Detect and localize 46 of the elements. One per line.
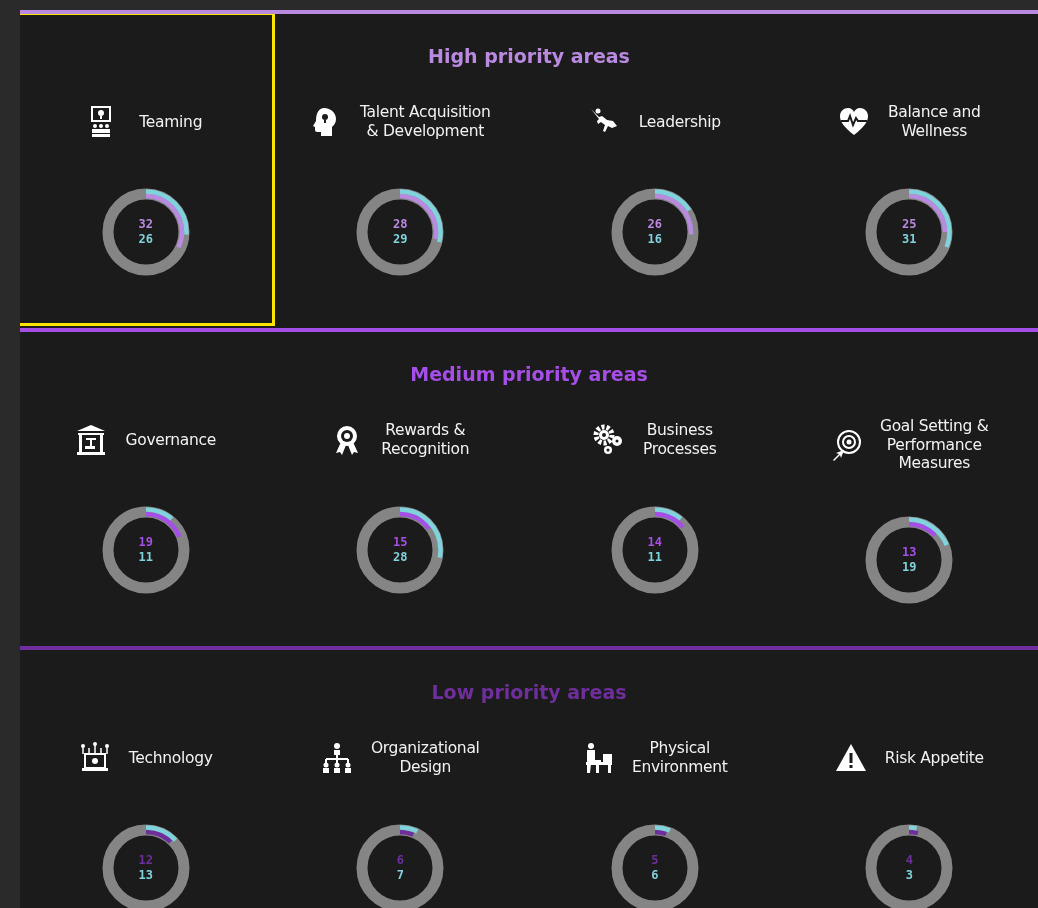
area-label: Rewards & Recognition — [381, 421, 470, 459]
ring-value: 16 — [647, 232, 662, 247]
ring-value: 7 — [396, 868, 404, 883]
ring-value: 19 — [138, 535, 153, 550]
ring-value: 31 — [902, 232, 917, 247]
ring-value: 26 — [647, 217, 662, 232]
area-tile[interactable]: Teaming 32 26 — [20, 14, 275, 326]
area-label: Talent Acquisition & Development — [359, 103, 491, 141]
ring-value: 3 — [905, 868, 913, 883]
ring-value: 11 — [647, 550, 662, 565]
area-label: Physical Environment — [631, 739, 728, 777]
gears-icon — [592, 424, 625, 456]
area-label: Teaming — [139, 112, 203, 132]
area-label: Business Processes — [642, 421, 717, 459]
heart-pulse-icon — [837, 106, 870, 138]
area-label: Risk Appetite — [884, 748, 984, 768]
ring-value: 13 — [902, 544, 917, 560]
ring-value: 4 — [905, 853, 913, 868]
circuit-laptop-icon — [78, 742, 111, 774]
area-label: Governance — [125, 430, 216, 450]
ring-value: 15 — [393, 535, 408, 550]
section-title: Medium priority areas — [410, 362, 648, 387]
ring-value: 5 — [651, 853, 659, 868]
area-label: Balance and Wellness — [887, 103, 981, 141]
area-label: Goal Setting & Performance Measures — [879, 417, 989, 473]
ring-value: 12 — [138, 853, 153, 868]
ring-value: 11 — [138, 550, 153, 565]
courthouse-icon — [75, 424, 108, 456]
ring-value: 6 — [396, 853, 404, 868]
ring-value: 28 — [393, 550, 408, 565]
ring-value: 14 — [647, 535, 662, 550]
area-label: Technology — [128, 748, 213, 768]
ring-value: 28 — [393, 217, 408, 232]
area-label: Organizational Design — [370, 739, 480, 777]
ring-value: 13 — [138, 868, 153, 883]
section-title: Low priority areas — [431, 680, 627, 705]
ring-value: 19 — [902, 559, 917, 575]
area-label: Leadership — [638, 112, 721, 132]
ring-value: 6 — [651, 868, 659, 883]
org-chart-icon — [320, 742, 353, 774]
ring-value: 29 — [393, 232, 408, 247]
warning-triangle-icon — [834, 742, 867, 774]
ring-value: 25 — [902, 217, 917, 232]
ring-value: 32 — [138, 217, 153, 232]
section-title: High priority areas — [428, 44, 630, 69]
ring-value: 26 — [138, 232, 153, 247]
